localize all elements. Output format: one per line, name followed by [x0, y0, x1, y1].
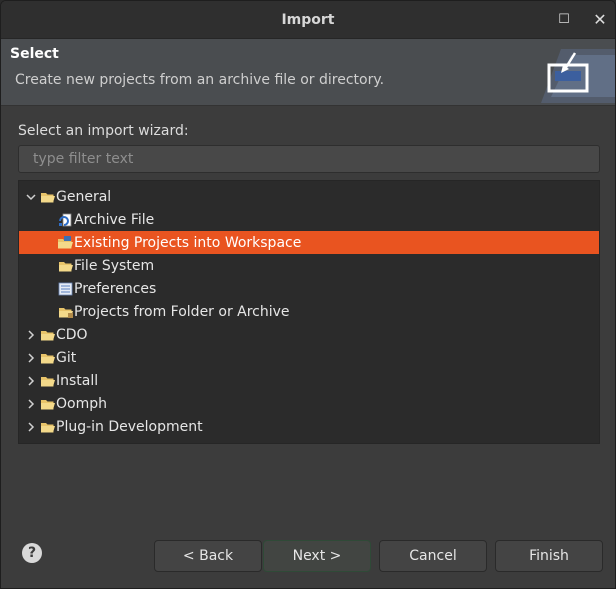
chevron-right-icon[interactable] — [23, 442, 39, 444]
tree-item-label: Install — [56, 372, 99, 389]
chevron-right-icon[interactable] — [23, 373, 39, 389]
chevron-right-icon[interactable] — [23, 350, 39, 366]
folder-open-icon — [39, 189, 56, 205]
finish-button[interactable]: Finish — [495, 540, 603, 572]
tree-item-label: General — [56, 188, 112, 205]
existing-projects-icon — [57, 235, 74, 251]
tree-item-label: Projects from Folder or Archive — [74, 303, 290, 320]
tree-item-label: Archive File — [74, 211, 155, 228]
import-wizard-banner-icon — [541, 49, 615, 103]
folder-open-icon — [39, 350, 56, 366]
next-button[interactable]: Next > — [263, 540, 371, 572]
tree-item-projects-from-folder-or-archive[interactable]: Projects from Folder or Archive — [19, 300, 599, 323]
tree-item-preferences[interactable]: Preferences — [19, 277, 599, 300]
file-system-folder-icon — [57, 258, 74, 274]
tree-item-label: Oomph — [56, 395, 107, 412]
wizard-body: Select an import wizard: General Archive … — [1, 106, 615, 588]
close-button[interactable]: ✕ — [590, 9, 610, 29]
tree-item-install[interactable]: Install — [19, 369, 599, 392]
tree-item-label: Plug-in Development — [56, 418, 203, 435]
folder-open-icon — [39, 373, 56, 389]
title-bar: Import ☐ ✕ — [1, 1, 615, 39]
folder-open-icon — [39, 327, 56, 343]
select-wizard-label: Select an import wizard: — [18, 123, 189, 139]
tree-item-label: Run/Debug — [56, 442, 134, 444]
folder-open-icon — [39, 442, 56, 444]
tree-item-plug-in-development[interactable]: Plug-in Development — [19, 415, 599, 438]
tree-item-file-system[interactable]: File System — [19, 254, 599, 277]
tree-item-oomph[interactable]: Oomph — [19, 392, 599, 415]
tree-item-run-debug[interactable]: Run/Debug — [19, 438, 599, 444]
chevron-right-icon[interactable] — [23, 396, 39, 412]
tree-item-cdo[interactable]: CDO — [19, 323, 599, 346]
filter-input[interactable] — [18, 145, 600, 173]
help-icon[interactable]: ? — [22, 543, 42, 563]
tree-item-label: Preferences — [74, 280, 157, 297]
folder-open-icon — [39, 419, 56, 435]
header-title: Select — [10, 46, 59, 62]
projects-folder-icon — [57, 304, 74, 320]
tree-item-general[interactable]: General — [19, 185, 599, 208]
header-description: Create new projects from an archive file… — [15, 72, 385, 88]
wizard-tree[interactable]: General Archive File Existing Projects int… — [18, 180, 600, 444]
tree-item-label: File System — [74, 257, 155, 274]
tree-item-label: Existing Projects into Workspace — [74, 234, 302, 251]
folder-open-icon — [39, 396, 56, 412]
chevron-down-icon[interactable] — [23, 189, 39, 205]
tree-item-label: Git — [56, 349, 77, 366]
tree-item-label: CDO — [56, 326, 88, 343]
maximize-button[interactable]: ☐ — [554, 9, 574, 29]
back-button[interactable]: < Back — [154, 540, 262, 572]
tree-item-existing-projects-into-workspace[interactable]: Existing Projects into Workspace — [19, 231, 599, 254]
tree-item-git[interactable]: Git — [19, 346, 599, 369]
cancel-button[interactable]: Cancel — [379, 540, 487, 572]
tree-item-archive-file[interactable]: Archive File — [19, 208, 599, 231]
chevron-right-icon[interactable] — [23, 327, 39, 343]
import-dialog: Import ☐ ✕ Select Create new projects fr… — [0, 0, 616, 589]
wizard-header: Select Create new projects from an archi… — [1, 39, 615, 106]
chevron-right-icon[interactable] — [23, 419, 39, 435]
preferences-icon — [57, 281, 74, 297]
archive-file-icon — [57, 212, 74, 228]
window-title: Import — [281, 11, 335, 28]
